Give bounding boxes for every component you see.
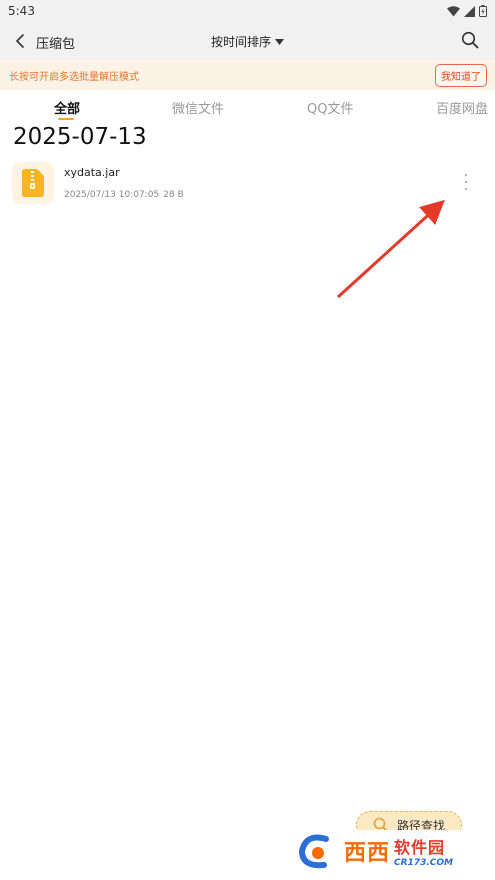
arrow-shaft: [336, 199, 445, 299]
file-name: xydata.jar: [64, 166, 120, 179]
more-dot: [465, 181, 467, 183]
app-bar: 压缩包 按时间排序: [0, 22, 495, 60]
file-meta: 2025/07/13 10:07:05 28 B: [64, 190, 184, 200]
cr-logo-icon: [298, 834, 329, 869]
file-size: 28 B: [163, 190, 184, 200]
watermark: 西西 软件园 CR173.COM: [296, 830, 492, 872]
tab-all[interactable]: 全部: [54, 98, 80, 117]
file-datetime: 2025/07/13 10:07:05: [64, 190, 160, 200]
file-thumbnail: [12, 162, 54, 204]
tab-baidu-netdisk[interactable]: 百度网盘: [436, 98, 488, 117]
search-icon: [461, 31, 479, 49]
more-options-button[interactable]: [462, 174, 470, 190]
got-it-button[interactable]: 我知道了: [435, 63, 487, 87]
watermark-logo: [296, 831, 344, 871]
sort-label: 按时间排序: [210, 35, 271, 49]
status-bar: 5:43: [0, 0, 495, 22]
notice-text: 长按可开启多选批量解压模式: [9, 71, 139, 83]
list-item[interactable]: xydata.jar 2025/07/13 10:07:05 28 B: [12, 160, 484, 206]
tab-qq-files[interactable]: QQ文件: [307, 98, 353, 117]
wifi-icon: [447, 5, 460, 16]
watermark-text: 软件园 CR173.COM: [394, 834, 453, 868]
date-group-header: 2025-07-13: [13, 124, 147, 150]
watermark-title: 软件园: [394, 838, 446, 857]
watermark-brand: 西西: [344, 841, 391, 866]
chevron-left-icon: [16, 34, 24, 48]
more-dot: [465, 174, 467, 176]
category-tabs: 全部 微信文件 QQ文件 百度网盘: [0, 90, 495, 124]
tab-indicator: [58, 118, 74, 120]
zip-file-icon: [22, 169, 44, 197]
search-button[interactable]: [461, 31, 481, 51]
back-button[interactable]: [10, 31, 30, 51]
status-icons: [447, 5, 487, 17]
watermark-url: CR173.COM: [394, 858, 453, 868]
signal-icon: [464, 5, 475, 17]
notice-banner: 长按可开启多选批量解压模式 我知道了: [0, 60, 495, 90]
tab-wechat-files[interactable]: 微信文件: [172, 98, 224, 117]
more-dot: [465, 188, 467, 190]
status-time: 5:43: [8, 4, 35, 18]
sort-dropdown[interactable]: 按时间排序: [208, 33, 288, 50]
caret-down-icon: [275, 38, 284, 45]
battery-icon: [479, 5, 487, 17]
page-title: 压缩包: [36, 37, 76, 52]
